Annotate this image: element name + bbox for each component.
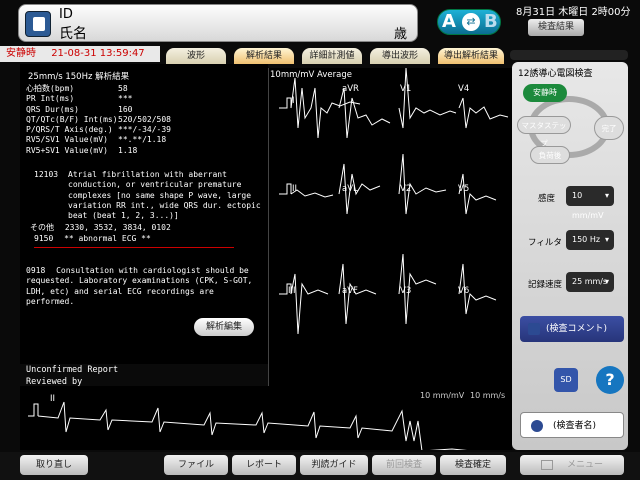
- lead-label: III: [288, 286, 296, 296]
- confirm-exam-button[interactable]: 検査確定: [440, 455, 506, 475]
- finding-code: 12103: [34, 170, 59, 179]
- status-timestamp: 21-08-31 13:59:47: [51, 48, 145, 59]
- analysis-edit-button[interactable]: 解析編集: [194, 318, 254, 336]
- lead-label: V2: [400, 184, 412, 194]
- lead-label: V6: [458, 286, 470, 296]
- measurement-row: QT/QTc(B/F) Int(ms)520/502/508: [26, 114, 171, 124]
- ecg-scale-label: 10mm/mV Average: [270, 70, 352, 80]
- lead-v1-trace: [398, 67, 457, 129]
- report-heading: 25mm/s 150Hz 解析結果: [28, 72, 130, 82]
- measurement-row: QRS Dur(ms) 160: [26, 104, 133, 114]
- calendar-icon: [540, 459, 553, 470]
- sensitivity-select[interactable]: 10 mm/mV: [566, 186, 614, 220]
- report-button[interactable]: レポート: [232, 455, 296, 475]
- tab-detail-measure[interactable]: 詳細計測値: [302, 48, 362, 64]
- abnormal-underline: [34, 247, 234, 248]
- rhythm-lead-label: II: [50, 394, 56, 404]
- lead-v5-trace: [458, 173, 497, 215]
- lead-label: V1: [400, 84, 412, 94]
- finding-block: 12103 Atrial fibrillation with aberrant …: [34, 170, 268, 221]
- speed-select[interactable]: 25 mm/s: [566, 272, 614, 292]
- rhythm-scale-label: 10 mm/mV: [420, 391, 465, 400]
- calibration-pulse: [279, 183, 292, 195]
- tab-waveform[interactable]: 波形: [166, 48, 226, 64]
- review-status: Unconfirmed Report Reviewed by: [26, 365, 119, 387]
- other-codes-row: その他 2330, 3532, 3834, 0102: [30, 223, 171, 232]
- ecg-12lead-area: [268, 67, 512, 388]
- lead-label: V5: [458, 184, 470, 194]
- swap-icon: ⇄: [462, 13, 480, 31]
- patient-id-label: ID: [59, 7, 73, 22]
- status-label: 安静時: [6, 48, 36, 59]
- patient-age-label: 歳: [393, 27, 407, 42]
- lead-avr-trace: [338, 87, 391, 139]
- measurement-row: PR Int(ms) ***: [26, 94, 133, 104]
- reading-guide-button[interactable]: 判読ガイド: [300, 455, 368, 475]
- filter-select[interactable]: 150 Hz: [566, 230, 614, 250]
- retake-button[interactable]: 取り直し: [20, 455, 88, 475]
- stage-rest-button[interactable]: 安静時: [523, 84, 567, 102]
- measurement-row: RV5/SV1 Value(mV) **.**/1.18: [26, 135, 167, 145]
- lead-ii-trace: [290, 189, 334, 198]
- lead-label: II: [292, 184, 298, 194]
- patient-name-label: 氏名: [59, 26, 87, 42]
- exam-comment-button[interactable]: (検査コメント): [520, 316, 624, 342]
- lead-label: V3: [400, 286, 412, 296]
- panel-top-strip: [510, 50, 628, 60]
- sensitivity-label: 感度: [538, 194, 556, 204]
- panel-title: 12誘導心電図検査: [518, 69, 593, 79]
- abnormal-row: 9150 ** abnormal ECG **: [34, 234, 151, 243]
- rhythm-speed-label: 10 mm/s: [470, 391, 506, 400]
- tab-derived-analysis[interactable]: 導出解析結果: [438, 48, 504, 64]
- lead-label: I: [292, 96, 295, 106]
- tab-derived-wave[interactable]: 導出波形: [370, 48, 430, 64]
- measurement-row: 心拍数(bpm) 58: [26, 84, 128, 93]
- ecg-waveforms: [279, 67, 509, 335]
- stage-complete-button[interactable]: 完了: [594, 116, 624, 140]
- mode-a-label: A: [442, 11, 456, 32]
- datetime-display: 8月31日 木曜日 2時00分: [516, 7, 631, 18]
- stage-master-step-button[interactable]: マスタステップ: [517, 116, 571, 148]
- file-button[interactable]: ファイル: [164, 455, 228, 475]
- measurement-row: P/QRS/T Axis(deg.) ***/-34/-39: [26, 125, 171, 135]
- previous-exam-button[interactable]: 前回検査: [372, 455, 436, 475]
- help-button[interactable]: ?: [596, 366, 624, 394]
- lead-label: aVR: [342, 84, 359, 94]
- stage-after-load-button[interactable]: 負荷後: [530, 146, 570, 164]
- measurement-list: 心拍数(bpm) 58 PR Int(ms) *** QRS Dur(ms) 160 …: [26, 84, 171, 156]
- patient-info-box[interactable]: ID 氏名 歳: [18, 4, 418, 42]
- lead-label: aVL: [342, 184, 358, 194]
- filter-label: フィルタ: [528, 238, 562, 248]
- lead-label: aVF: [342, 286, 358, 296]
- lead-label: V4: [458, 84, 470, 94]
- calibration-pulse: [28, 403, 39, 417]
- mode-b-label: B: [484, 11, 498, 32]
- exam-result-button[interactable]: 検査結果: [528, 19, 584, 36]
- user-icon: [531, 420, 543, 432]
- status-bar: 安静時 21-08-31 13:59:47: [0, 46, 160, 62]
- menu-button[interactable]: メニュー: [520, 455, 624, 475]
- tab-analysis-result[interactable]: 解析結果: [234, 48, 294, 64]
- calibration-pulse: [279, 97, 292, 109]
- speed-label: 記録速度: [528, 280, 563, 290]
- sd-card-button[interactable]: SD: [554, 368, 578, 392]
- measurement-row: RV5+SV1 Value(mV) 1.18: [26, 145, 138, 155]
- examiner-name-button[interactable]: (検査者名): [520, 412, 624, 438]
- lead-v4-trace: [458, 97, 509, 129]
- consult-block: 0918 Consultation with cardiologist shou…: [26, 266, 253, 306]
- comment-icon: [528, 323, 540, 335]
- finding-text: Atrial fibrillation with aberrant conduc…: [68, 170, 261, 221]
- ab-mode-switch[interactable]: A ⇄ B: [437, 9, 501, 35]
- patient-id-icon: [25, 11, 51, 37]
- lead-iii-trace: [290, 273, 329, 335]
